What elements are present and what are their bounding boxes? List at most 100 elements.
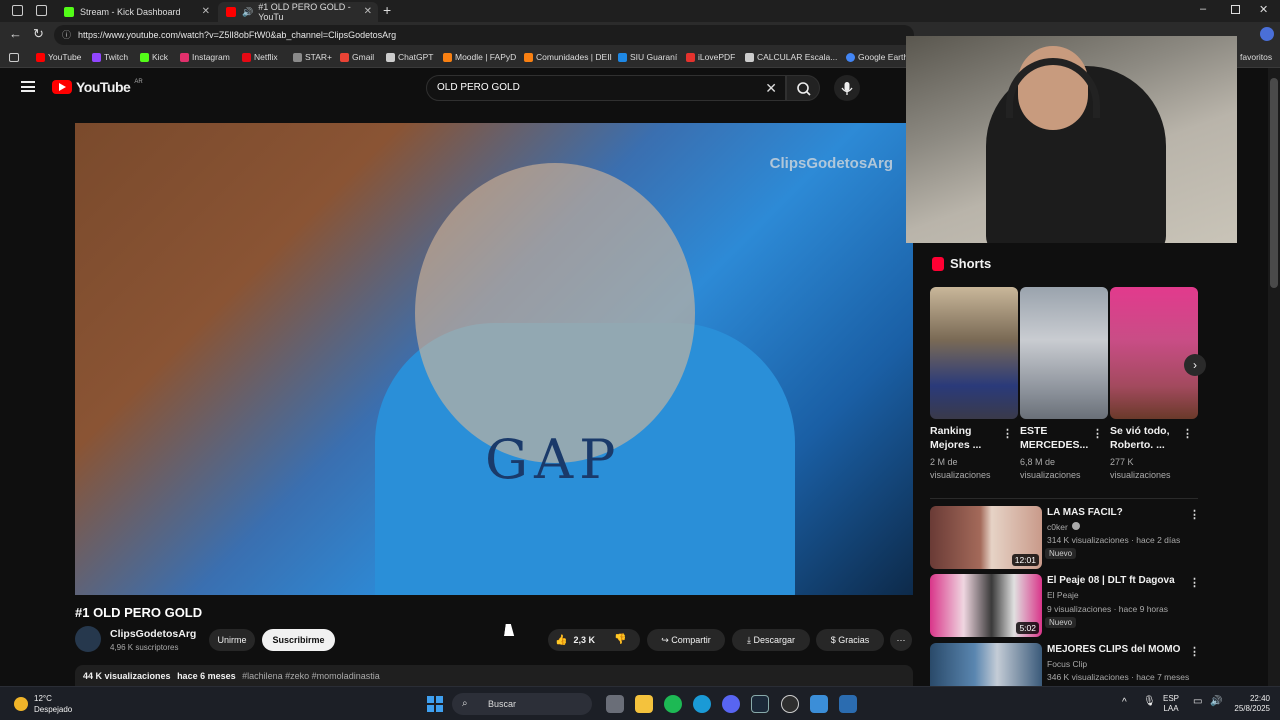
join-button[interactable]: Unirme — [209, 629, 255, 651]
youtube-logo[interactable]: YouTube AR — [52, 79, 143, 95]
bookmark-star-plus[interactable]: STAR+ — [293, 52, 332, 62]
bookmark-label: Moodle | FAPyD — [455, 52, 517, 62]
region-code: AR — [134, 79, 143, 85]
channel-name[interactable]: ClipsGodetosArg — [110, 628, 196, 640]
tab-youtube-video[interactable]: 🔊 #1 OLD PERO GOLD - YouTu ✕ — [218, 2, 378, 22]
short-thumbnail[interactable] — [930, 287, 1018, 419]
description-box[interactable]: 44 K visualizaciones hace 6 meses #lachi… — [75, 665, 913, 687]
discord-icon[interactable] — [722, 695, 740, 713]
share-button[interactable]: ↪ Compartir — [647, 629, 725, 651]
taskbar-search[interactable]: ⌕ Buscar — [452, 693, 592, 715]
video-player[interactable]: GAP ClipsGodetosArg — [75, 123, 913, 595]
video-duration: 12:01 — [1011, 554, 1039, 566]
recommended-title[interactable]: MEJORES CLIPS del MOMO — [1047, 644, 1180, 655]
shorts-next-button[interactable]: › — [1184, 354, 1206, 376]
moodle-icon — [443, 52, 452, 62]
dislike-button[interactable]: 👎 — [614, 634, 626, 645]
steam-icon[interactable] — [751, 695, 769, 713]
speaker-icon[interactable]: 🔊 — [242, 7, 253, 18]
tray-overflow-icon[interactable]: ^ — [1122, 697, 1127, 708]
tray-mic-icon[interactable]: 🎙 — [1143, 696, 1156, 707]
task-view-icon[interactable] — [606, 695, 624, 713]
hamburger-menu-icon[interactable] — [21, 81, 35, 92]
short-title[interactable]: ESTE MERCEDES... — [1020, 424, 1094, 452]
bookmark-ilovepdf[interactable]: iLovePDF — [686, 52, 735, 62]
bookmark-twitch[interactable]: Twitch — [92, 52, 128, 62]
spotify-icon[interactable] — [664, 695, 682, 713]
recommended-channel[interactable]: El Peaje — [1047, 590, 1079, 600]
app-icon[interactable] — [810, 695, 828, 713]
minimize-button[interactable]: – — [1200, 3, 1206, 15]
scrollbar-thumb[interactable] — [1270, 78, 1278, 288]
hashtags[interactable]: #lachilena #zeko #momoladinastia — [242, 671, 380, 681]
recommended-menu-icon[interactable]: ⋮ — [1189, 645, 1200, 658]
recommended-menu-icon[interactable]: ⋮ — [1189, 576, 1200, 589]
obs-icon[interactable] — [781, 695, 799, 713]
bookmarks-menu-icon[interactable] — [9, 53, 19, 62]
thanks-button[interactable]: $ Gracias — [816, 629, 884, 651]
subscribe-button[interactable]: Suscribirme — [262, 629, 335, 651]
download-button[interactable]: ⤓ Descargar — [732, 629, 810, 651]
google-earth-icon — [846, 52, 855, 62]
clear-search-icon[interactable]: ✕ — [765, 76, 777, 100]
language-indicator[interactable]: ESP LAA — [1163, 694, 1179, 714]
channel-avatar[interactable] — [75, 626, 101, 652]
mouse-cursor — [504, 624, 516, 636]
bookmark-netflix[interactable]: Netflix — [242, 52, 278, 62]
bookmark-instagram[interactable]: Instagram — [180, 52, 230, 62]
short-thumbnail[interactable] — [1110, 287, 1198, 419]
network-icon[interactable]: ▭ — [1193, 696, 1202, 707]
reload-icon[interactable]: ↻ — [33, 26, 44, 42]
tab-actions-icon[interactable] — [36, 5, 47, 16]
recommended-channel[interactable]: Focus Clip — [1047, 659, 1087, 669]
start-button[interactable] — [427, 696, 443, 712]
recommended-title[interactable]: El Peaje 08 | DLT ft Dagova — [1047, 575, 1175, 586]
short-thumbnail[interactable] — [1020, 287, 1108, 419]
app-icon[interactable] — [839, 695, 857, 713]
recommended-thumbnail[interactable]: 12:01 — [930, 506, 1042, 569]
file-explorer-icon[interactable] — [635, 695, 653, 713]
bookmark-comunidades[interactable]: Comunidades | DEII — [524, 52, 612, 62]
url-field[interactable]: ⓘ https://www.youtube.com/watch?v=Z5lI8o… — [54, 25, 914, 45]
recommended-thumbnail[interactable]: 5:02 — [930, 574, 1042, 637]
bookmark-gmail[interactable]: Gmail — [340, 52, 374, 62]
recommended-title[interactable]: LA MAS FACIL? — [1047, 507, 1123, 518]
bookmark-youtube[interactable]: YouTube — [36, 52, 81, 62]
search-input[interactable]: OLD PERO GOLD ✕ — [426, 75, 786, 101]
extensions-icon[interactable] — [1260, 27, 1274, 41]
voice-search-button[interactable] — [834, 75, 860, 101]
weather-widget[interactable]: 12°C Despejado — [14, 693, 72, 715]
page-scrollbar[interactable] — [1268, 68, 1280, 686]
volume-icon[interactable]: 🔊 — [1210, 696, 1222, 707]
short-menu-icon[interactable]: ⋮ — [1182, 427, 1193, 440]
workspaces-icon[interactable] — [12, 5, 23, 16]
bookmark-kick[interactable]: Kick — [140, 52, 168, 62]
site-info-icon[interactable]: ⓘ — [62, 25, 71, 45]
new-tab-button[interactable]: + — [383, 2, 391, 18]
bookmark-google-earth[interactable]: Google Earth — [846, 52, 908, 62]
close-window-button[interactable]: ✕ — [1259, 3, 1268, 16]
clock[interactable]: 22:40 25/8/2025 — [1224, 694, 1270, 714]
short-menu-icon[interactable]: ⋮ — [1002, 427, 1013, 440]
search-button[interactable] — [786, 75, 820, 101]
close-tab-icon[interactable]: ✕ — [364, 6, 372, 17]
bookmark-siu-guarani[interactable]: SIU Guaraní — [618, 52, 677, 62]
recommended-thumbnail[interactable] — [930, 643, 1042, 686]
more-actions-button[interactable]: ⋯ — [890, 629, 912, 651]
twitch-icon — [92, 52, 101, 62]
bookmark-chatgpt[interactable]: ChatGPT — [386, 52, 433, 62]
back-icon[interactable]: ← — [9, 26, 22, 41]
bookmark-calcular-escala[interactable]: CALCULAR Escala... — [745, 52, 837, 62]
close-tab-icon[interactable]: ✕ — [202, 6, 210, 17]
recommended-menu-icon[interactable]: ⋮ — [1189, 508, 1200, 521]
maximize-button[interactable] — [1231, 5, 1240, 14]
all-bookmarks[interactable]: favoritos — [1240, 52, 1272, 62]
bookmark-moodle[interactable]: Moodle | FAPyD — [443, 52, 516, 62]
short-title[interactable]: Ranking Mejores ... — [930, 424, 1004, 452]
tab-kick-dashboard[interactable]: Stream - Kick Dashboard ✕ — [56, 2, 216, 22]
edge-icon[interactable] — [693, 695, 711, 713]
recommended-channel[interactable]: c0ker — [1047, 522, 1081, 532]
short-title[interactable]: Se vió todo, Roberto. ... — [1110, 424, 1184, 452]
short-menu-icon[interactable]: ⋮ — [1092, 427, 1103, 440]
like-button[interactable]: 👍 2,3 K — [555, 629, 595, 651]
